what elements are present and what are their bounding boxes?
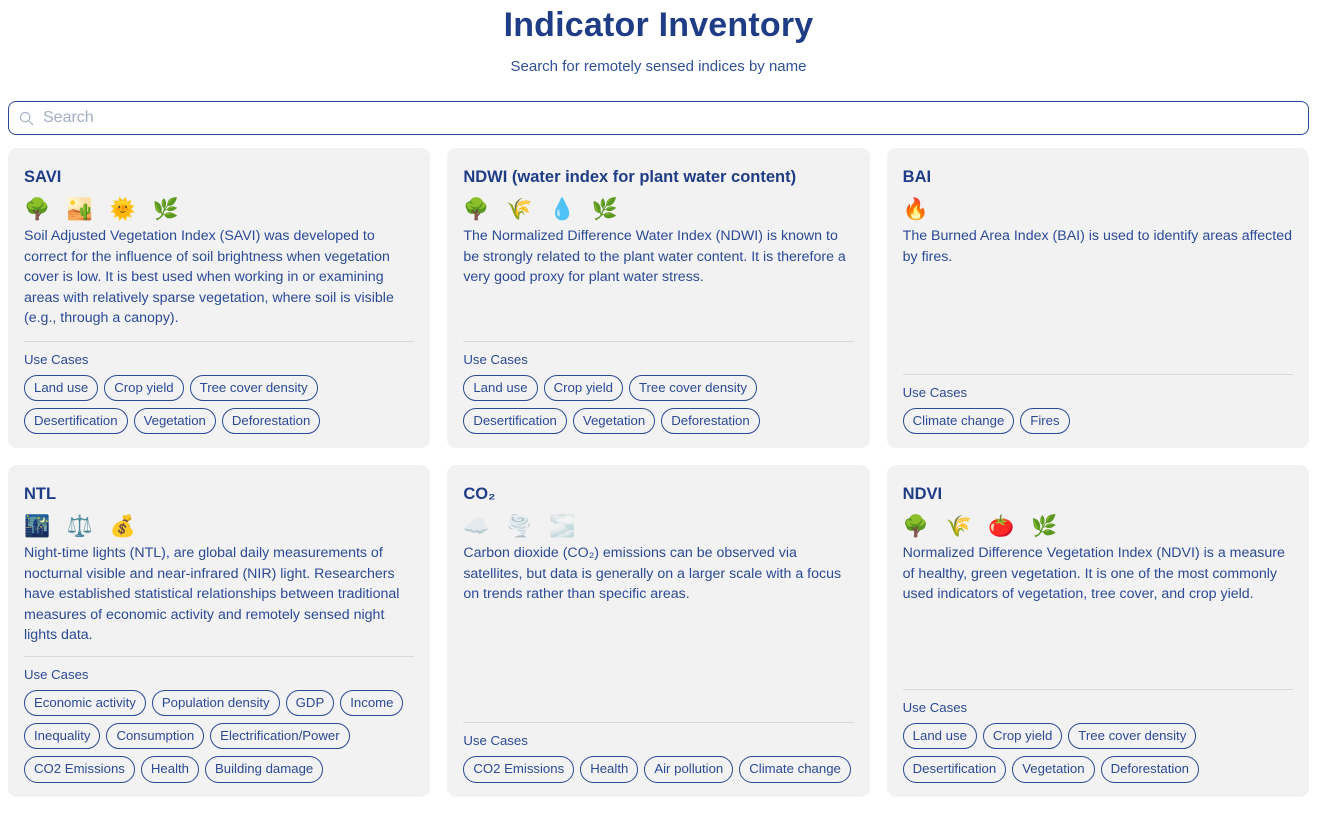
use-case-tag[interactable]: Vegetation <box>1012 756 1095 783</box>
use-case-tag[interactable]: GDP <box>285 689 335 717</box>
indicator-card[interactable]: NTL 🌃 ⚖️ 💰 Night-time lights (NTL), are … <box>8 465 431 797</box>
page-subtitle: Search for remotely sensed indices by na… <box>510 58 807 75</box>
card-emoji-row: 🌳 🌾 🍅 🌿 <box>902 514 1063 538</box>
use-case-tag[interactable]: CO2 Emissions <box>463 756 575 783</box>
card-description: Normalized Difference Vegetation Index (… <box>902 545 1285 603</box>
use-case-tag[interactable]: Desertification <box>24 407 128 434</box>
use-case-tag[interactable]: Land use <box>463 374 538 401</box>
indicator-card[interactable]: SAVI 🌳 🏜️ 🌞 🌿 Soil Adjusted Vegetation I… <box>8 148 431 448</box>
indicator-card[interactable]: BAI 🔥 The Burned Area Index (BAI) is use… <box>886 148 1309 448</box>
use-case-tag[interactable]: Tree cover density <box>189 374 318 401</box>
card-divider <box>24 655 415 657</box>
use-case-tag[interactable]: Crop yield <box>543 374 623 401</box>
use-case-tag[interactable]: Population density <box>151 689 280 717</box>
card-spacer <box>463 288 853 341</box>
card-emoji-row: 🌳 🏜️ 🌞 🌿 <box>24 197 184 221</box>
card-title: BAI <box>902 168 932 186</box>
card-emoji-row: 🔥 <box>902 197 934 221</box>
card-description: The Normalized Difference Water Index (N… <box>463 228 846 286</box>
use-case-tag[interactable]: Deforestation <box>1100 756 1199 783</box>
card-spacer <box>903 605 1293 689</box>
use-case-tag[interactable]: Deforestation <box>661 407 760 434</box>
use-cases-label: Use Cases <box>463 351 528 367</box>
card-emoji-row: 🌳 🌾 💧 🌿 <box>463 197 623 221</box>
card-divider <box>463 340 854 342</box>
use-cases-label: Use Cases <box>24 351 89 367</box>
page-header: Indicator Inventory Search for remotely … <box>0 0 1317 76</box>
use-case-tag[interactable]: Air pollution <box>644 756 734 783</box>
use-case-tag[interactable]: Climate change <box>739 756 851 783</box>
use-case-tag[interactable]: Health <box>140 756 199 783</box>
card-title: NTL <box>24 485 57 503</box>
use-case-tag[interactable]: Fires <box>1020 407 1070 434</box>
search-box[interactable] <box>8 101 1309 135</box>
use-case-tag[interactable]: Deforestation <box>221 407 321 434</box>
card-title: CO₂ <box>463 485 496 503</box>
use-case-tag[interactable]: Climate change <box>902 407 1015 434</box>
card-title: NDVI <box>902 485 943 503</box>
use-cases-label: Use Cases <box>463 733 528 749</box>
use-case-tag-list: Land use Crop yield Tree cover density Dese… <box>902 723 1293 783</box>
card-description: The Burned Area Index (BAI) is used to i… <box>902 228 1292 265</box>
indicator-inventory-page: Indicator Inventory Search for remotely … <box>0 0 1317 797</box>
use-case-tag[interactable]: Tree cover density <box>1068 723 1197 750</box>
card-title: SAVI <box>24 168 62 186</box>
card-spacer <box>463 605 853 723</box>
card-emoji-row: ☁️ 🌪️ 🌫️ <box>463 514 581 538</box>
use-case-tag[interactable]: Income <box>340 689 404 717</box>
use-case-tag[interactable]: Land use <box>24 374 99 401</box>
use-case-tag-list: Land use Crop yield Tree cover density Dese… <box>463 374 853 434</box>
card-description: Carbon dioxide (CO₂) emissions can be ob… <box>463 545 842 603</box>
use-case-tag[interactable]: CO2 Emissions <box>24 756 135 783</box>
use-case-tag[interactable]: Electrification/Power <box>210 723 350 750</box>
use-case-tag[interactable]: Vegetation <box>133 407 216 434</box>
use-case-tag[interactable]: Tree cover density <box>628 374 757 401</box>
search-section <box>0 76 1317 135</box>
use-case-tag[interactable]: Health <box>580 756 639 783</box>
use-case-tag[interactable]: Vegetation <box>572 407 656 434</box>
indicator-card-grid: SAVI 🌳 🏜️ 🌞 🌿 Soil Adjusted Vegetation I… <box>0 135 1317 797</box>
card-divider <box>902 689 1293 691</box>
page-title: Indicator Inventory <box>503 6 814 44</box>
card-description: Night-time lights (NTL), are global dail… <box>24 545 400 644</box>
card-emoji-row: 🌃 ⚖️ 💰 <box>24 514 141 538</box>
card-spacer <box>903 267 1293 374</box>
card-title: NDWI (water index for plant water conten… <box>463 168 797 186</box>
use-case-tag-list: Land use Crop yield Tree cover density Dese… <box>24 374 414 434</box>
use-case-tag[interactable]: Inequality <box>24 723 101 750</box>
use-case-tag[interactable]: Desertification <box>463 407 567 434</box>
use-case-tag[interactable]: Crop yield <box>982 723 1063 750</box>
use-cases-label: Use Cases <box>902 700 968 716</box>
use-case-tag[interactable]: Building damage <box>205 756 324 783</box>
use-case-tag-list: Economic activity Population density GDP In… <box>24 689 414 783</box>
use-case-tag[interactable]: Economic activity <box>24 689 146 717</box>
indicator-card[interactable]: NDWI (water index for plant water conten… <box>447 148 870 448</box>
use-case-tag-list: Climate change Fires <box>902 407 1293 434</box>
card-divider <box>902 373 1293 375</box>
card-description: Soil Adjusted Vegetation Index (SAVI) wa… <box>24 228 394 327</box>
search-input[interactable] <box>43 102 1298 134</box>
use-case-tag[interactable]: Land use <box>902 723 977 750</box>
use-case-tag-list: CO2 Emissions Health Air pollution Climate … <box>463 756 853 783</box>
card-divider <box>463 722 854 724</box>
indicator-card[interactable]: CO₂ ☁️ 🌪️ 🌫️ Carbon dioxide (CO₂) emissi… <box>447 465 870 797</box>
use-case-tag[interactable]: Consumption <box>106 723 205 750</box>
use-cases-label: Use Cases <box>24 666 89 682</box>
use-case-tag[interactable]: Crop yield <box>104 374 184 401</box>
use-case-tag[interactable]: Desertification <box>902 756 1007 783</box>
card-spacer <box>24 646 414 656</box>
card-divider <box>24 340 415 342</box>
search-icon <box>19 111 34 126</box>
card-spacer <box>24 329 414 341</box>
use-cases-label: Use Cases <box>902 384 968 400</box>
indicator-card[interactable]: NDVI 🌳 🌾 🍅 🌿 Normalized Difference Veget… <box>886 465 1309 797</box>
